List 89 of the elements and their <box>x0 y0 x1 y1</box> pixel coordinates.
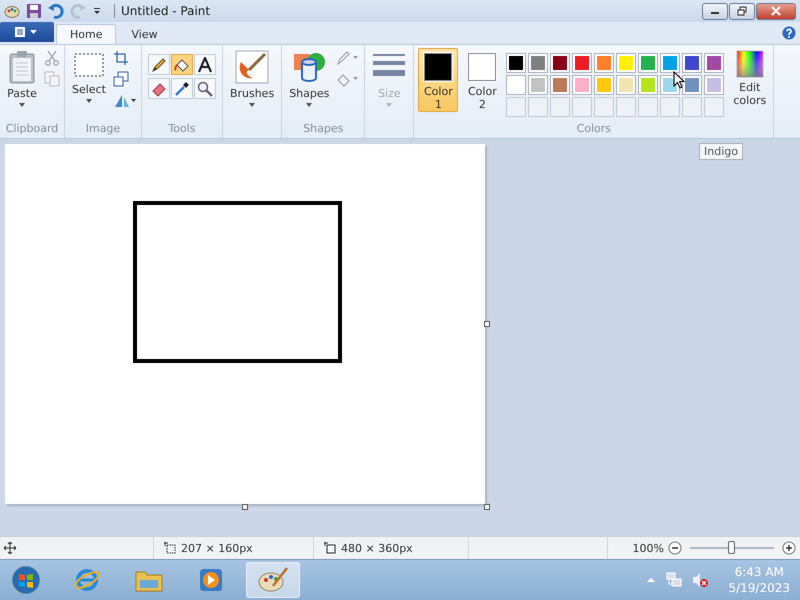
minus-icon <box>668 541 682 555</box>
color-swatch[interactable] <box>704 53 724 73</box>
color-swatch[interactable] <box>594 75 614 95</box>
help-icon[interactable] <box>782 26 796 40</box>
group-label: Colors <box>576 122 612 137</box>
menu-icon <box>15 27 39 37</box>
color-swatch[interactable] <box>550 53 570 73</box>
undo-icon[interactable] <box>48 3 64 19</box>
resize-handle[interactable] <box>242 504 248 510</box>
outline-icon[interactable] <box>336 50 360 66</box>
color-swatch[interactable] <box>616 53 636 73</box>
color-swatch[interactable] <box>528 53 548 73</box>
fill-tool-button[interactable] <box>170 54 193 75</box>
restore-button[interactable] <box>729 2 755 20</box>
save-icon[interactable] <box>26 3 42 19</box>
color-swatch[interactable] <box>572 53 592 73</box>
application-menu-button[interactable] <box>0 22 54 42</box>
show-hidden-icons-icon[interactable] <box>646 575 656 585</box>
color-swatch[interactable] <box>616 75 636 95</box>
window-title: Untitled - Paint <box>114 4 210 18</box>
caret-icon <box>19 103 25 107</box>
play-icon <box>198 567 224 593</box>
color-swatch[interactable] <box>506 53 526 73</box>
close-button[interactable] <box>756 2 796 20</box>
group-label: Tools <box>168 122 196 137</box>
color-slot-button[interactable]: Color 1 <box>418 48 458 112</box>
color-swatch[interactable] <box>682 53 702 73</box>
canvas-size-icon <box>324 542 336 554</box>
text-tool-button[interactable] <box>194 54 216 75</box>
minimize-button[interactable] <box>702 2 728 20</box>
paint-taskbar-button[interactable] <box>246 562 300 598</box>
tooltip: Indigo <box>699 143 743 160</box>
caret-icon <box>386 103 392 107</box>
network-icon[interactable] <box>666 572 682 588</box>
paintbrush-icon <box>235 50 270 84</box>
color-swatch[interactable] <box>528 75 548 95</box>
restore-icon <box>737 6 747 16</box>
paste-button[interactable]: Paste <box>4 48 40 112</box>
resize-handle[interactable] <box>484 504 490 510</box>
close-icon <box>771 6 781 16</box>
color-swatch[interactable] <box>550 75 570 95</box>
color-swatch[interactable] <box>704 75 724 95</box>
edit-colors-button[interactable]: Edit colors <box>730 48 770 109</box>
color-swatch[interactable] <box>506 75 526 95</box>
palette-icon <box>4 3 20 19</box>
windows-logo <box>11 565 41 595</box>
zoom-level: 100% <box>632 542 664 554</box>
brushes-button[interactable]: Brushes <box>226 48 278 112</box>
magnifier-tool-button[interactable] <box>194 78 216 99</box>
group-label: Clipboard <box>6 122 58 137</box>
caret-icon <box>306 103 312 107</box>
zoom-out-button[interactable] <box>668 541 682 555</box>
caret-icon <box>249 103 256 107</box>
group-label: Shapes <box>303 122 344 137</box>
select-button[interactable]: Select <box>69 48 109 108</box>
caret-icon <box>86 99 92 103</box>
mouse-pointer-icon <box>673 71 685 89</box>
cut-icon[interactable] <box>44 50 60 66</box>
clipboard-icon <box>7 50 37 84</box>
resize-icon[interactable] <box>112 71 129 87</box>
palette-icon <box>257 566 289 594</box>
shapes-button[interactable]: Shapes <box>286 48 332 112</box>
ribbon-tab[interactable]: View <box>118 24 171 44</box>
color-swatch[interactable] <box>660 53 680 73</box>
ribbon-tab[interactable]: Home <box>56 24 116 44</box>
eraser-tool-button[interactable] <box>148 78 170 99</box>
picker-tool-button[interactable] <box>170 78 193 99</box>
crop-icon[interactable] <box>112 50 129 66</box>
copy-icon[interactable] <box>44 71 60 87</box>
color-swatch[interactable] <box>638 75 658 95</box>
move-icon <box>4 542 16 554</box>
muted-speaker-icon[interactable] <box>692 572 708 588</box>
selection-size-icon <box>164 542 176 554</box>
shapes-icon <box>292 50 326 84</box>
plus-icon <box>782 541 796 555</box>
color-spectrum-icon <box>736 50 764 78</box>
dropdown-icon[interactable] <box>92 6 102 16</box>
color-swatch[interactable] <box>638 53 658 73</box>
resize-handle[interactable] <box>484 321 490 327</box>
group-label: Image <box>86 122 120 137</box>
color-swatch[interactable] <box>572 75 592 95</box>
color-swatch[interactable] <box>594 53 614 73</box>
selection-size: 207 × 160px <box>181 542 253 554</box>
canvas-size: 480 × 360px <box>341 542 413 554</box>
pencil-tool-button[interactable] <box>148 54 170 75</box>
browser-icon <box>73 566 101 594</box>
slider-thumb[interactable] <box>728 540 735 554</box>
color-slot-button[interactable]: Color 2 <box>462 48 502 112</box>
zoom-in-button[interactable] <box>782 541 796 555</box>
